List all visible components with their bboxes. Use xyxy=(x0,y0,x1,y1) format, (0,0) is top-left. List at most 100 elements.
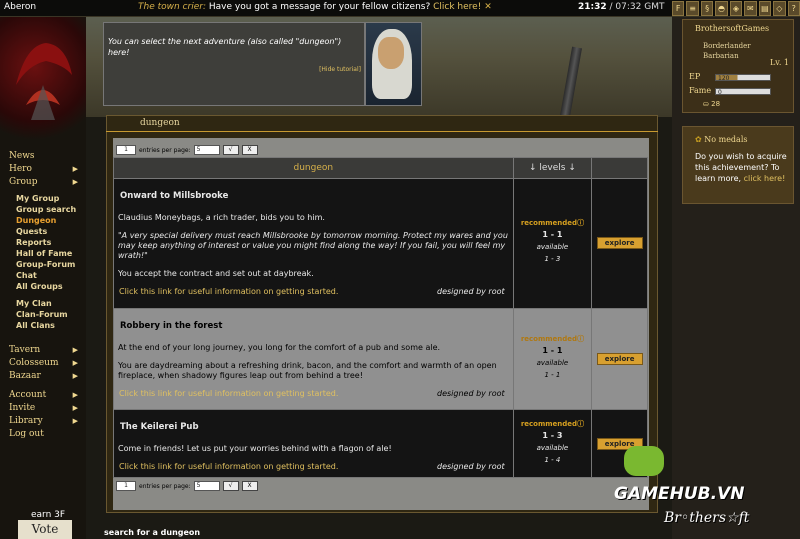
recommended-level-range: 1 - 1 xyxy=(542,230,563,239)
info-icon[interactable]: ⓘ xyxy=(577,420,584,428)
hide-tutorial-link[interactable]: [Hide tutorial] xyxy=(319,66,361,73)
nav-all-groups[interactable]: All Groups xyxy=(0,281,86,292)
nav-dungeon[interactable]: Dungeon xyxy=(0,215,86,226)
medals-link[interactable]: click here! xyxy=(744,174,786,183)
nav-clan-forum[interactable]: Clan-Forum xyxy=(0,309,86,320)
pager-top: 1 entries per page: 5 √ X xyxy=(116,145,258,155)
nav-group[interactable]: Group ▶ xyxy=(0,176,86,189)
available-label: available xyxy=(536,359,569,367)
designer-credit: designed by root xyxy=(436,287,505,296)
town-crier-link[interactable]: Click here! xyxy=(433,2,481,12)
help-icon[interactable]: ? xyxy=(787,1,800,16)
nav-hero[interactable]: Hero ▶ xyxy=(0,163,86,176)
help-link[interactable]: Click this link for useful information o… xyxy=(119,287,338,297)
dungeon-description: You accept the contract and set out at d… xyxy=(118,269,314,278)
apply-button[interactable]: √ xyxy=(222,481,239,491)
nav-hall-of-fame[interactable]: Hall of Fame xyxy=(0,248,86,259)
watermark-brothersoft: Br◦thers☆ft xyxy=(664,510,750,526)
info-icon[interactable]: ⓘ xyxy=(577,219,584,227)
dungeon-tab[interactable]: dungeon xyxy=(140,118,180,128)
nav-logout[interactable]: Log out xyxy=(0,428,86,441)
character-box: BrothersoftGames Borderlander Barbarian … xyxy=(682,19,794,113)
info-icon[interactable]: ⓘ xyxy=(577,335,584,343)
character-name[interactable]: BrothersoftGames xyxy=(695,24,769,33)
reset-button[interactable]: X xyxy=(241,481,258,491)
pager-bottom: 1 entries per page: 5 √ X xyxy=(116,481,258,491)
toolbar-icons: F ≡ § ◓ ◈ ✉ ▤ ◇ ? xyxy=(672,0,800,16)
scroll-icon[interactable]: § xyxy=(700,1,714,16)
page-number-input[interactable]: 1 xyxy=(116,145,136,155)
nav-colosseum-label: Colosseum xyxy=(9,358,59,368)
explore-button[interactable]: explore xyxy=(596,237,643,249)
table-row: The Keilerei Pub Come in friends! Let us… xyxy=(113,409,648,478)
letter-icon[interactable]: ✉ xyxy=(744,1,757,16)
nav-colosseum[interactable]: Colosseum ▶ xyxy=(0,357,86,370)
dungeon-title: Onward to Millsbrooke xyxy=(120,191,229,201)
explore-button[interactable]: explore xyxy=(596,353,643,365)
nav-my-group[interactable]: My Group xyxy=(0,193,86,204)
nav-bazaar[interactable]: Bazaar ▶ xyxy=(0,370,86,383)
arrow-right-icon: ▶ xyxy=(72,372,78,380)
arrow-right-icon: ▶ xyxy=(72,404,78,412)
nav-account[interactable]: Account ▶ xyxy=(0,389,86,402)
ep-label: EP xyxy=(689,72,701,81)
sword-image xyxy=(559,46,583,118)
clock: 21:32 / 07:32 GMT xyxy=(578,2,664,12)
nav-group-label: Group xyxy=(9,177,38,187)
left-sidebar: News Hero ▶ Group ▶ My Group Group search … xyxy=(0,17,86,539)
reset-button[interactable]: X xyxy=(241,145,258,155)
book-icon[interactable]: ▤ xyxy=(758,1,772,16)
arrow-right-icon: ▶ xyxy=(72,165,78,173)
server-time: 21:32 xyxy=(578,2,607,12)
medals-box: ✿ No medals Do you wish to acquire this … xyxy=(682,126,794,204)
nav-news[interactable]: News xyxy=(0,150,86,163)
dungeon-description: At the end of your long journey, you lon… xyxy=(118,343,441,352)
nav-invite[interactable]: Invite ▶ xyxy=(0,402,86,415)
available-label: available xyxy=(536,243,569,251)
watermark: GAMEHUB.VN Br◦thers☆ft xyxy=(614,440,800,539)
help-link[interactable]: Click this link for useful information o… xyxy=(119,462,338,472)
recommended-level-range: 1 - 1 xyxy=(542,346,563,355)
nav-chat[interactable]: Chat xyxy=(0,270,86,281)
help-link[interactable]: Click this link for useful information o… xyxy=(119,389,338,399)
gamepad-icon xyxy=(624,446,664,476)
world-name: Aberon xyxy=(4,2,37,12)
main-navigation: News Hero ▶ Group ▶ My Group Group search … xyxy=(0,150,86,441)
watermark-gamehub: GAMEHUB.VN xyxy=(614,484,745,504)
character-race: Borderlander xyxy=(703,42,751,50)
recommended-label: recommended xyxy=(520,219,578,227)
helmet-icon[interactable]: ◓ xyxy=(715,1,728,16)
nav-tavern[interactable]: Tavern ▶ xyxy=(0,344,86,357)
nav-all-clans[interactable]: All Clans xyxy=(0,320,86,331)
gmt-time: / 07:32 GMT xyxy=(609,2,665,12)
apply-button[interactable]: √ xyxy=(222,145,239,155)
nav-news-label: News xyxy=(9,151,35,161)
nav-reports[interactable]: Reports xyxy=(0,237,86,248)
nav-my-clan[interactable]: My Clan xyxy=(0,298,86,309)
menu-icon[interactable]: ≡ xyxy=(686,1,699,16)
map-icon[interactable]: ◇ xyxy=(773,1,786,16)
close-icon[interactable]: ✕ xyxy=(484,2,492,12)
flag-icon[interactable]: F xyxy=(672,1,685,16)
nav-group-search[interactable]: Group search xyxy=(0,204,86,215)
ep-bar: 120 xyxy=(715,74,771,82)
dragon-logo[interactable] xyxy=(0,17,86,142)
earn-label: earn 3F xyxy=(30,510,66,520)
nav-quests[interactable]: Quests xyxy=(0,226,86,237)
entries-per-page-input[interactable]: 5 xyxy=(193,481,220,491)
entries-per-page-input[interactable]: 5 xyxy=(193,145,220,155)
medals-title: No medals xyxy=(704,135,748,144)
wizard-portrait xyxy=(365,22,422,106)
nav-logout-label: Log out xyxy=(9,429,44,439)
column-header-dungeon[interactable]: dungeon xyxy=(113,157,514,179)
nav-library[interactable]: Library ▶ xyxy=(0,415,86,428)
nav-hero-label: Hero xyxy=(9,164,32,174)
column-header-levels[interactable]: ↓ levels ↓ xyxy=(512,157,593,179)
table-row: Robbery in the forest At the end of your… xyxy=(113,308,648,410)
nav-group-forum[interactable]: Group-Forum xyxy=(0,259,86,270)
recommended-label: recommended xyxy=(520,420,578,428)
vote-button[interactable]: Vote xyxy=(18,520,72,539)
medal-icon: ✿ xyxy=(695,135,702,144)
page-number-input[interactable]: 1 xyxy=(116,481,136,491)
shield-icon[interactable]: ◈ xyxy=(729,1,743,16)
